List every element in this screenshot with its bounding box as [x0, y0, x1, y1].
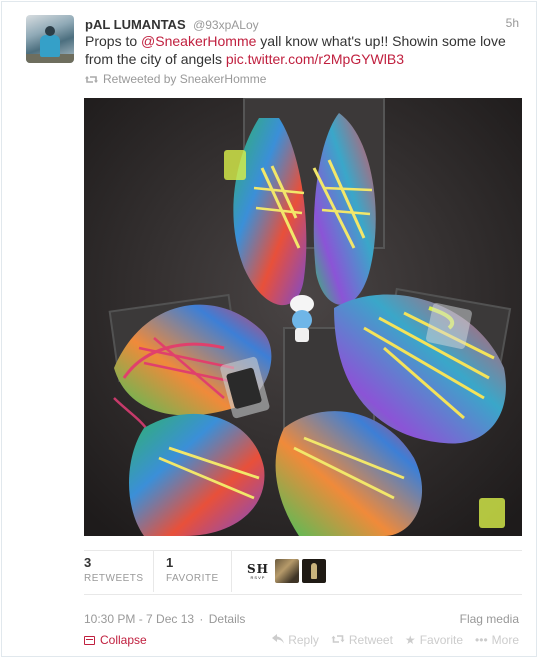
- stats-bottom-divider: [84, 594, 522, 595]
- user-fullname[interactable]: pAL LUMANTAS: [85, 17, 186, 32]
- sh-logo-subtext: RSVP: [250, 574, 266, 580]
- favoriter-avatar-3[interactable]: [302, 559, 326, 583]
- avatar-figure-head: [45, 26, 55, 36]
- ellipsis-icon: •••: [475, 633, 488, 647]
- retweet-action-icon: [331, 633, 345, 647]
- retweet-label: Retweet: [348, 633, 393, 647]
- retweeted-by: Retweeted by SneakerHomme: [85, 72, 266, 86]
- retweeted-by-label[interactable]: Retweeted by SneakerHomme: [103, 72, 266, 86]
- tweet-timestamp[interactable]: 10:30 PM - 7 Dec 13: [84, 612, 194, 626]
- meta-separator: ·: [199, 612, 204, 626]
- favoriter-avatar-2[interactable]: [275, 559, 299, 583]
- favorites-count: 1: [166, 555, 174, 570]
- reply-button[interactable]: Reply: [272, 633, 319, 647]
- retweets-count: 3: [84, 555, 92, 570]
- tweet-meta: 10:30 PM - 7 Dec 13 · Details: [84, 612, 245, 626]
- reply-label: Reply: [288, 633, 319, 647]
- pic-link[interactable]: pic.twitter.com/r2MpGYWlB3: [226, 51, 404, 67]
- retweet-icon: [85, 74, 98, 85]
- favoriter-avatar-sneakerhomme[interactable]: SH RSVP: [244, 559, 272, 583]
- tweet-actions: Reply Retweet ★ Favorite ••• More: [272, 633, 519, 647]
- tweet-media-photo[interactable]: [84, 98, 522, 536]
- retweet-button[interactable]: Retweet: [331, 633, 393, 647]
- user-handle[interactable]: @93xpALoy: [193, 18, 259, 32]
- avatar-figure: [311, 563, 317, 579]
- star-icon: ★: [404, 633, 416, 647]
- tweet-stats: 3 RETWEETS 1 FAVORITE SH RSVP: [84, 550, 326, 592]
- avatar-figure-body: [40, 35, 60, 57]
- flag-media-link[interactable]: Flag media: [460, 612, 519, 626]
- user-avatar[interactable]: [26, 15, 74, 63]
- favorite-label: Favorite: [419, 633, 464, 647]
- details-link[interactable]: Details: [209, 612, 246, 626]
- collapse-icon: [84, 635, 95, 645]
- mention-link[interactable]: @SneakerHomme: [141, 33, 256, 49]
- retweets-stat[interactable]: 3 RETWEETS: [84, 550, 154, 592]
- tweet-time[interactable]: 5h: [506, 16, 519, 30]
- tweet-text-prefix: Props to: [85, 33, 142, 49]
- tweet-card: pAL LUMANTAS @93xpALoy 5h Props to @Snea…: [1, 1, 537, 657]
- favorites-label: FAVORITE: [166, 573, 219, 584]
- sh-logo-text: SH: [246, 561, 269, 576]
- favoriters-avatars: SH RSVP: [244, 550, 326, 592]
- favorite-button[interactable]: ★ Favorite: [405, 633, 463, 647]
- favorites-stat[interactable]: 1 FAVORITE: [166, 550, 232, 592]
- retweets-label: RETWEETS: [84, 573, 144, 584]
- tweet-text: Props to @SneakerHomme yall know what's …: [85, 32, 525, 68]
- reply-arrow-icon: [272, 633, 285, 647]
- more-button[interactable]: ••• More: [475, 633, 519, 647]
- collapse-button[interactable]: Collapse: [84, 633, 147, 647]
- more-label: More: [491, 633, 519, 647]
- collapse-label: Collapse: [100, 633, 147, 647]
